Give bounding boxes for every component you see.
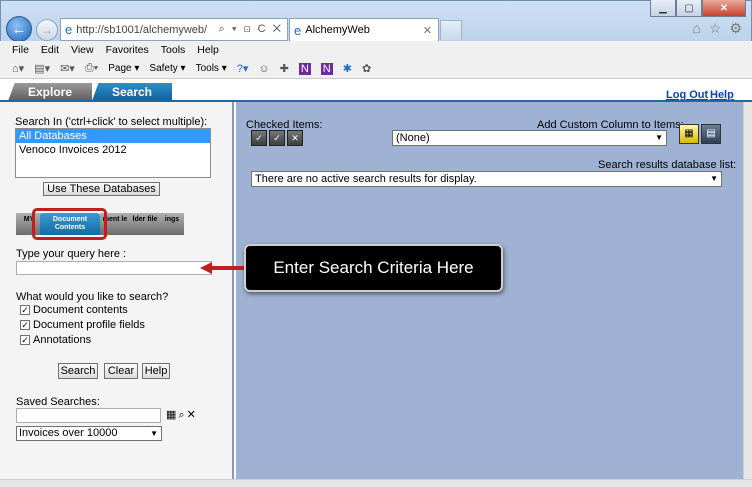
gear-icon[interactable]: ⚙ <box>729 20 742 37</box>
address-controls[interactable]: ⌕ ▾ ⊡ C ✕ <box>219 23 287 36</box>
help-icon[interactable]: ?▾ <box>237 62 249 75</box>
menu-favorites[interactable]: Favorites <box>106 44 149 56</box>
custom-column-value: (None) <box>396 132 430 144</box>
invert-check-icon[interactable]: ✕ <box>287 130 303 146</box>
browser-right-icons: ⌂ ☆ ⚙ <box>692 20 742 37</box>
database-list[interactable]: All Databases Venoco Invoices 2012 <box>15 128 211 178</box>
menu-bar: File Edit View Favorites Tools Help <box>0 41 752 59</box>
addon-icon[interactable]: ✿ <box>362 62 371 75</box>
maximize-icon[interactable]: ▢ <box>676 0 702 17</box>
use-databases-button[interactable]: Use These Databases <box>43 182 160 196</box>
horizontal-scrollbar[interactable] <box>0 479 752 487</box>
results-db-value: There are no active search results for d… <box>255 173 477 185</box>
results-db-select[interactable]: There are no active search results for d… <box>251 171 722 187</box>
back-button[interactable]: ← <box>6 16 32 42</box>
subtab-settings[interactable]: ings <box>160 213 184 235</box>
home-icon[interactable]: ⌂▾ <box>12 62 24 75</box>
command-safety[interactable]: Safety ▾ <box>149 63 185 74</box>
custom-column-select[interactable]: (None) ▼ <box>392 130 667 146</box>
minimize-icon[interactable]: ▁ <box>650 0 676 17</box>
save-search-icon[interactable]: ▦ <box>166 409 178 421</box>
menu-file[interactable]: File <box>12 44 29 56</box>
new-tab-button[interactable] <box>440 20 462 40</box>
close-tab-icon[interactable]: ✕ <box>423 24 438 37</box>
saved-search-select[interactable]: Invoices over 10000 ▼ <box>16 426 162 441</box>
bluetooth-icon[interactable]: ✱ <box>343 62 352 75</box>
query-input[interactable] <box>16 261 212 275</box>
command-bar: ⌂▾ ▤▾ ✉▾ ⎙▾ Page ▾ Safety ▾ Tools ▾ ?▾ ☺… <box>0 59 752 79</box>
run-search-icon[interactable]: ⌕ <box>178 409 186 421</box>
feeds-icon[interactable]: ▤▾ <box>34 62 50 75</box>
forward-button[interactable]: → <box>36 19 58 41</box>
menu-tools[interactable]: Tools <box>161 44 186 56</box>
onenote-linked-icon[interactable]: N <box>320 62 333 75</box>
onenote-icon[interactable]: N <box>298 62 311 75</box>
subtab-folder-file[interactable]: lder file <box>130 213 160 235</box>
ie-logo-icon: e <box>294 22 302 38</box>
checkbox-label: Annotations <box>33 334 92 346</box>
menu-edit[interactable]: Edit <box>41 44 59 56</box>
address-url: http://sb1001/alchemyweb/ <box>76 23 208 36</box>
view-mode-toggle: ▦ ▤ <box>679 124 721 144</box>
checkmark-icon[interactable]: ✓ <box>20 320 30 330</box>
ie-logo-icon: e <box>65 22 73 37</box>
checkbox-label: Document profile fields <box>33 319 145 331</box>
browser-tab-title: AlchemyWeb <box>305 24 370 36</box>
saved-search-input[interactable] <box>16 408 161 423</box>
database-item[interactable]: All Databases <box>16 129 210 143</box>
clear-button[interactable]: Clear <box>104 363 138 379</box>
home-icon[interactable]: ⌂ <box>692 20 700 37</box>
tab-explore[interactable]: Explore <box>8 83 92 101</box>
delete-search-icon[interactable]: ✕ <box>187 409 198 421</box>
menu-help[interactable]: Help <box>197 44 219 56</box>
saved-searches-label: Saved Searches: <box>16 396 100 408</box>
chevron-down-icon[interactable]: ▼ <box>655 131 663 145</box>
checkbox-document-contents[interactable]: ✓ Document contents <box>20 304 128 316</box>
results-db-label: Search results database list: <box>598 159 737 171</box>
command-page[interactable]: Page ▾ <box>108 63 139 74</box>
mail-icon[interactable]: ✉▾ <box>60 62 75 75</box>
checkmark-icon[interactable]: ✓ <box>20 335 30 345</box>
search-in-label: Search In ('ctrl+click' to select multip… <box>15 116 208 128</box>
chevron-down-icon[interactable]: ▼ <box>710 172 718 186</box>
checkbox-annotations[interactable]: ✓ Annotations <box>20 334 91 346</box>
window-controls: ▁ ▢ ✕ <box>650 0 746 17</box>
thumbnail-view-icon[interactable]: ▦ <box>679 124 699 144</box>
close-window-icon[interactable]: ✕ <box>702 0 746 17</box>
vertical-scrollbar[interactable] <box>743 102 752 479</box>
command-tools[interactable]: Tools ▾ <box>196 63 227 74</box>
menu-view[interactable]: View <box>71 44 94 56</box>
tab-search[interactable]: Search <box>92 83 172 101</box>
what-label: What would you like to search? <box>16 291 169 303</box>
check-all-icon[interactable]: ✓ <box>251 130 267 146</box>
saved-search-value: Invoices over 10000 <box>19 427 118 439</box>
logout-link[interactable]: Log Out <box>666 89 708 101</box>
arrow-left-icon <box>200 262 246 274</box>
uncheck-all-icon[interactable]: ✓ <box>269 130 285 146</box>
address-bar[interactable]: e http://sb1001/alchemyweb/ ⌕ ▾ ⊡ C ✕ <box>60 18 288 41</box>
query-label: Type your query here : <box>16 248 127 260</box>
favorites-star-icon[interactable]: ☆ <box>709 20 722 37</box>
browser-tab[interactable]: e AlchemyWeb ✕ <box>289 18 439 41</box>
search-button[interactable]: Search <box>58 363 98 379</box>
translate-icon[interactable]: ✚ <box>280 62 289 75</box>
callout-annotation: Enter Search Criteria Here <box>244 244 503 292</box>
checkbox-label: Document contents <box>33 304 128 316</box>
database-item[interactable]: Venoco Invoices 2012 <box>16 143 210 157</box>
print-icon[interactable]: ⎙▾ <box>85 62 98 75</box>
help-button[interactable]: Help <box>142 363 170 379</box>
highlight-box <box>32 208 107 240</box>
checkbox-profile-fields[interactable]: ✓ Document profile fields <box>20 319 145 331</box>
saved-search-actions: ▦⌕✕ <box>166 408 198 422</box>
chevron-down-icon[interactable]: ▼ <box>150 427 158 440</box>
checkmark-icon[interactable]: ✓ <box>20 305 30 315</box>
list-view-icon[interactable]: ▤ <box>701 124 721 144</box>
checked-items-actions: ✓ ✓ ✕ <box>251 130 303 146</box>
help-link[interactable]: Help <box>710 89 734 101</box>
people-icon[interactable]: ☺ <box>258 63 269 75</box>
